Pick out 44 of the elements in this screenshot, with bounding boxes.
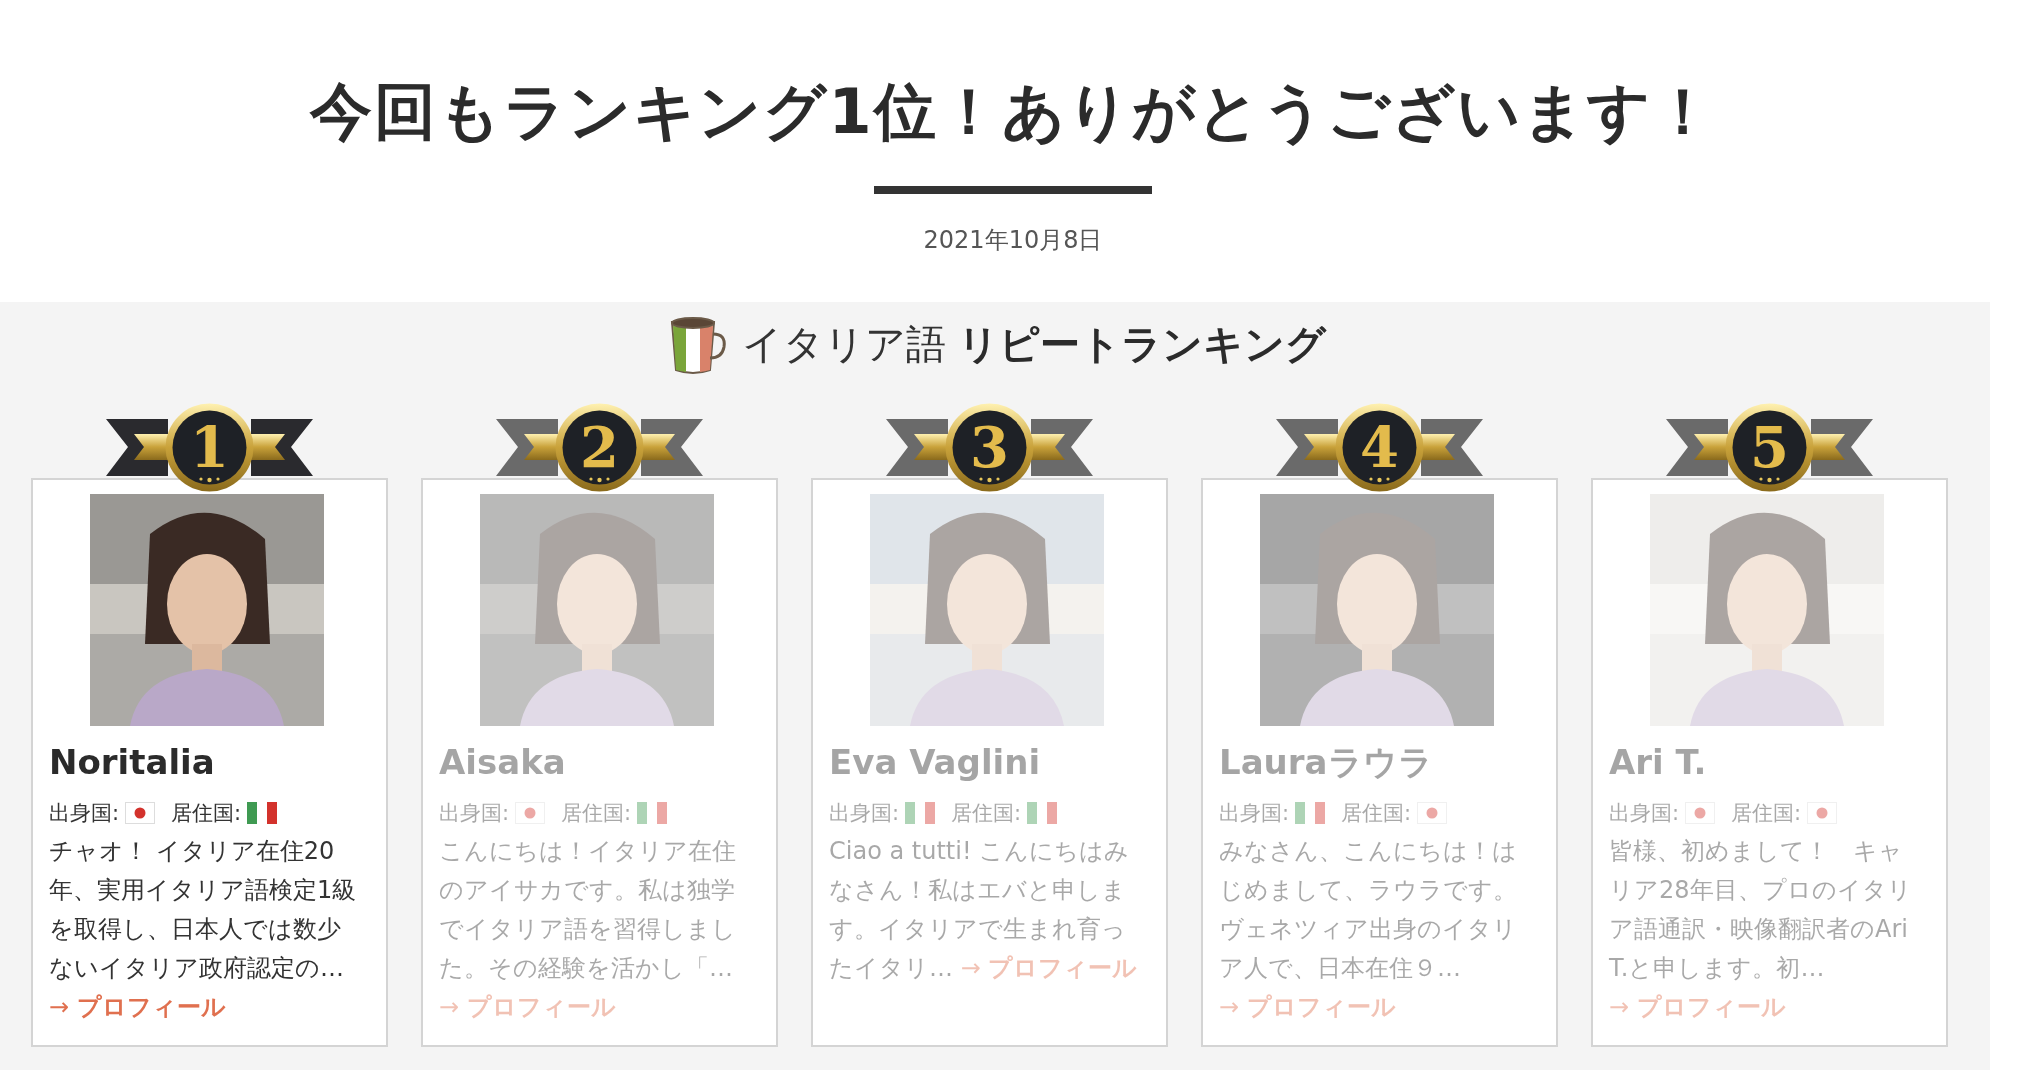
italy-flag-icon: [247, 802, 278, 824]
teacher-name: Ari T.: [1609, 741, 1708, 784]
language-label: イタリア語: [742, 319, 946, 369]
teacher-card[interactable]: Eva Vaglini 出身国: 居住国: Ciao a tutti! こんにちはみなさん！私はエバと申します。イタリアで生まれ育ったイタリ… → プロフィール: [811, 478, 1168, 1047]
residence-label: 居住国:: [1731, 800, 1802, 827]
teacher-name: Lauraラウラ: [1219, 741, 1434, 784]
profile-link[interactable]: → プロフィール: [439, 993, 616, 1021]
profile-link[interactable]: → プロフィール: [960, 954, 1138, 982]
teacher-card[interactable]: Lauraラウラ 出身国: 居住国: みなさん、こんにちは！はじめまして、ラウラです。ヴェネツィア出身のイタリア人で、日本在住９… → プロフィール: [1201, 478, 1558, 1047]
teacher-description: 皆様、初めまして！ キャリア28年目、プロのイタリア語通訳・映像翻訳者のAri T.と申します。初… → プロフィール: [1609, 836, 1913, 1023]
ranking-heading: リピートランキング: [958, 319, 1326, 369]
origin-label: 出身国:: [439, 800, 510, 827]
profile-link[interactable]: → プロフィール: [1609, 993, 1786, 1021]
date: 2021年10月8日: [923, 225, 1103, 256]
profile-link[interactable]: → プロフィール: [49, 993, 226, 1021]
japan-flag-icon: [1417, 802, 1448, 824]
teacher-description: チャオ！ イタリア在住20年、実用イタリア語検定1級を取得し、日本人では数少ないイタリア政府認定の… → プロフィール: [49, 836, 358, 1023]
italy-flag-icon: [1295, 802, 1326, 824]
residence-label: 居住国:: [951, 800, 1022, 827]
teacher-name: Noritalia: [49, 741, 216, 784]
italy-flag-icon: [1027, 802, 1058, 824]
japan-flag-icon: [515, 802, 546, 824]
italy-flag-icon: [637, 802, 668, 824]
teacher-description: みなさん、こんにちは！はじめまして、ラウラです。ヴェネツィア出身のイタリア人で、日本在住９… → プロフィール: [1219, 836, 1518, 1023]
residence-label: 居住国:: [561, 800, 632, 827]
teacher-description: Ciao a tutti! こんにちはみなさん！私はエバと申します。イタリアで生まれ育ったイタリ… → プロフィール: [829, 836, 1139, 984]
page-title: 今回もランキング1位！ありがとうございます！: [310, 76, 1716, 148]
teacher-card[interactable]: Aisaka 出身国: 居住国: こんにちは！イタリア在住のアイサカです。私は独学でイタリア語を習得しました。その経験を活かし「… → プロフィール: [421, 478, 778, 1047]
teacher-card[interactable]: Noritalia 出身国: 居住国: チャオ！ イタリア在住20年、実用イタリア語検定1級を取得し、日本人では数少ないイタリア政府認定の… → プロフィール: [31, 478, 388, 1047]
teacher-card[interactable]: Ari T. 出身国: 居住国: 皆様、初めまして！ キャリア28年目、プロのイタリア語通訳・映像翻訳者のAri T.と申します。初… → プロフィール: [1591, 478, 1948, 1047]
origin-label: 出身国:: [49, 800, 120, 827]
teacher-name: Eva Vaglini: [829, 741, 1042, 784]
origin-label: 出身国:: [829, 800, 900, 827]
japan-flag-icon: [125, 802, 156, 824]
italy-flag-icon: [905, 802, 936, 824]
origin-label: 出身国:: [1219, 800, 1290, 827]
teacher-name: Aisaka: [439, 741, 567, 784]
japan-flag-icon: [1807, 802, 1838, 824]
japan-flag-icon: [1685, 802, 1716, 824]
residence-label: 居住国:: [1341, 800, 1412, 827]
origin-label: 出身国:: [1609, 800, 1680, 827]
residence-label: 居住国:: [171, 800, 242, 827]
profile-link[interactable]: → プロフィール: [1219, 993, 1396, 1021]
teacher-description: こんにちは！イタリア在住のアイサカです。私は独学でイタリア語を習得しました。その経験を活かし「… → プロフィール: [439, 836, 737, 1023]
